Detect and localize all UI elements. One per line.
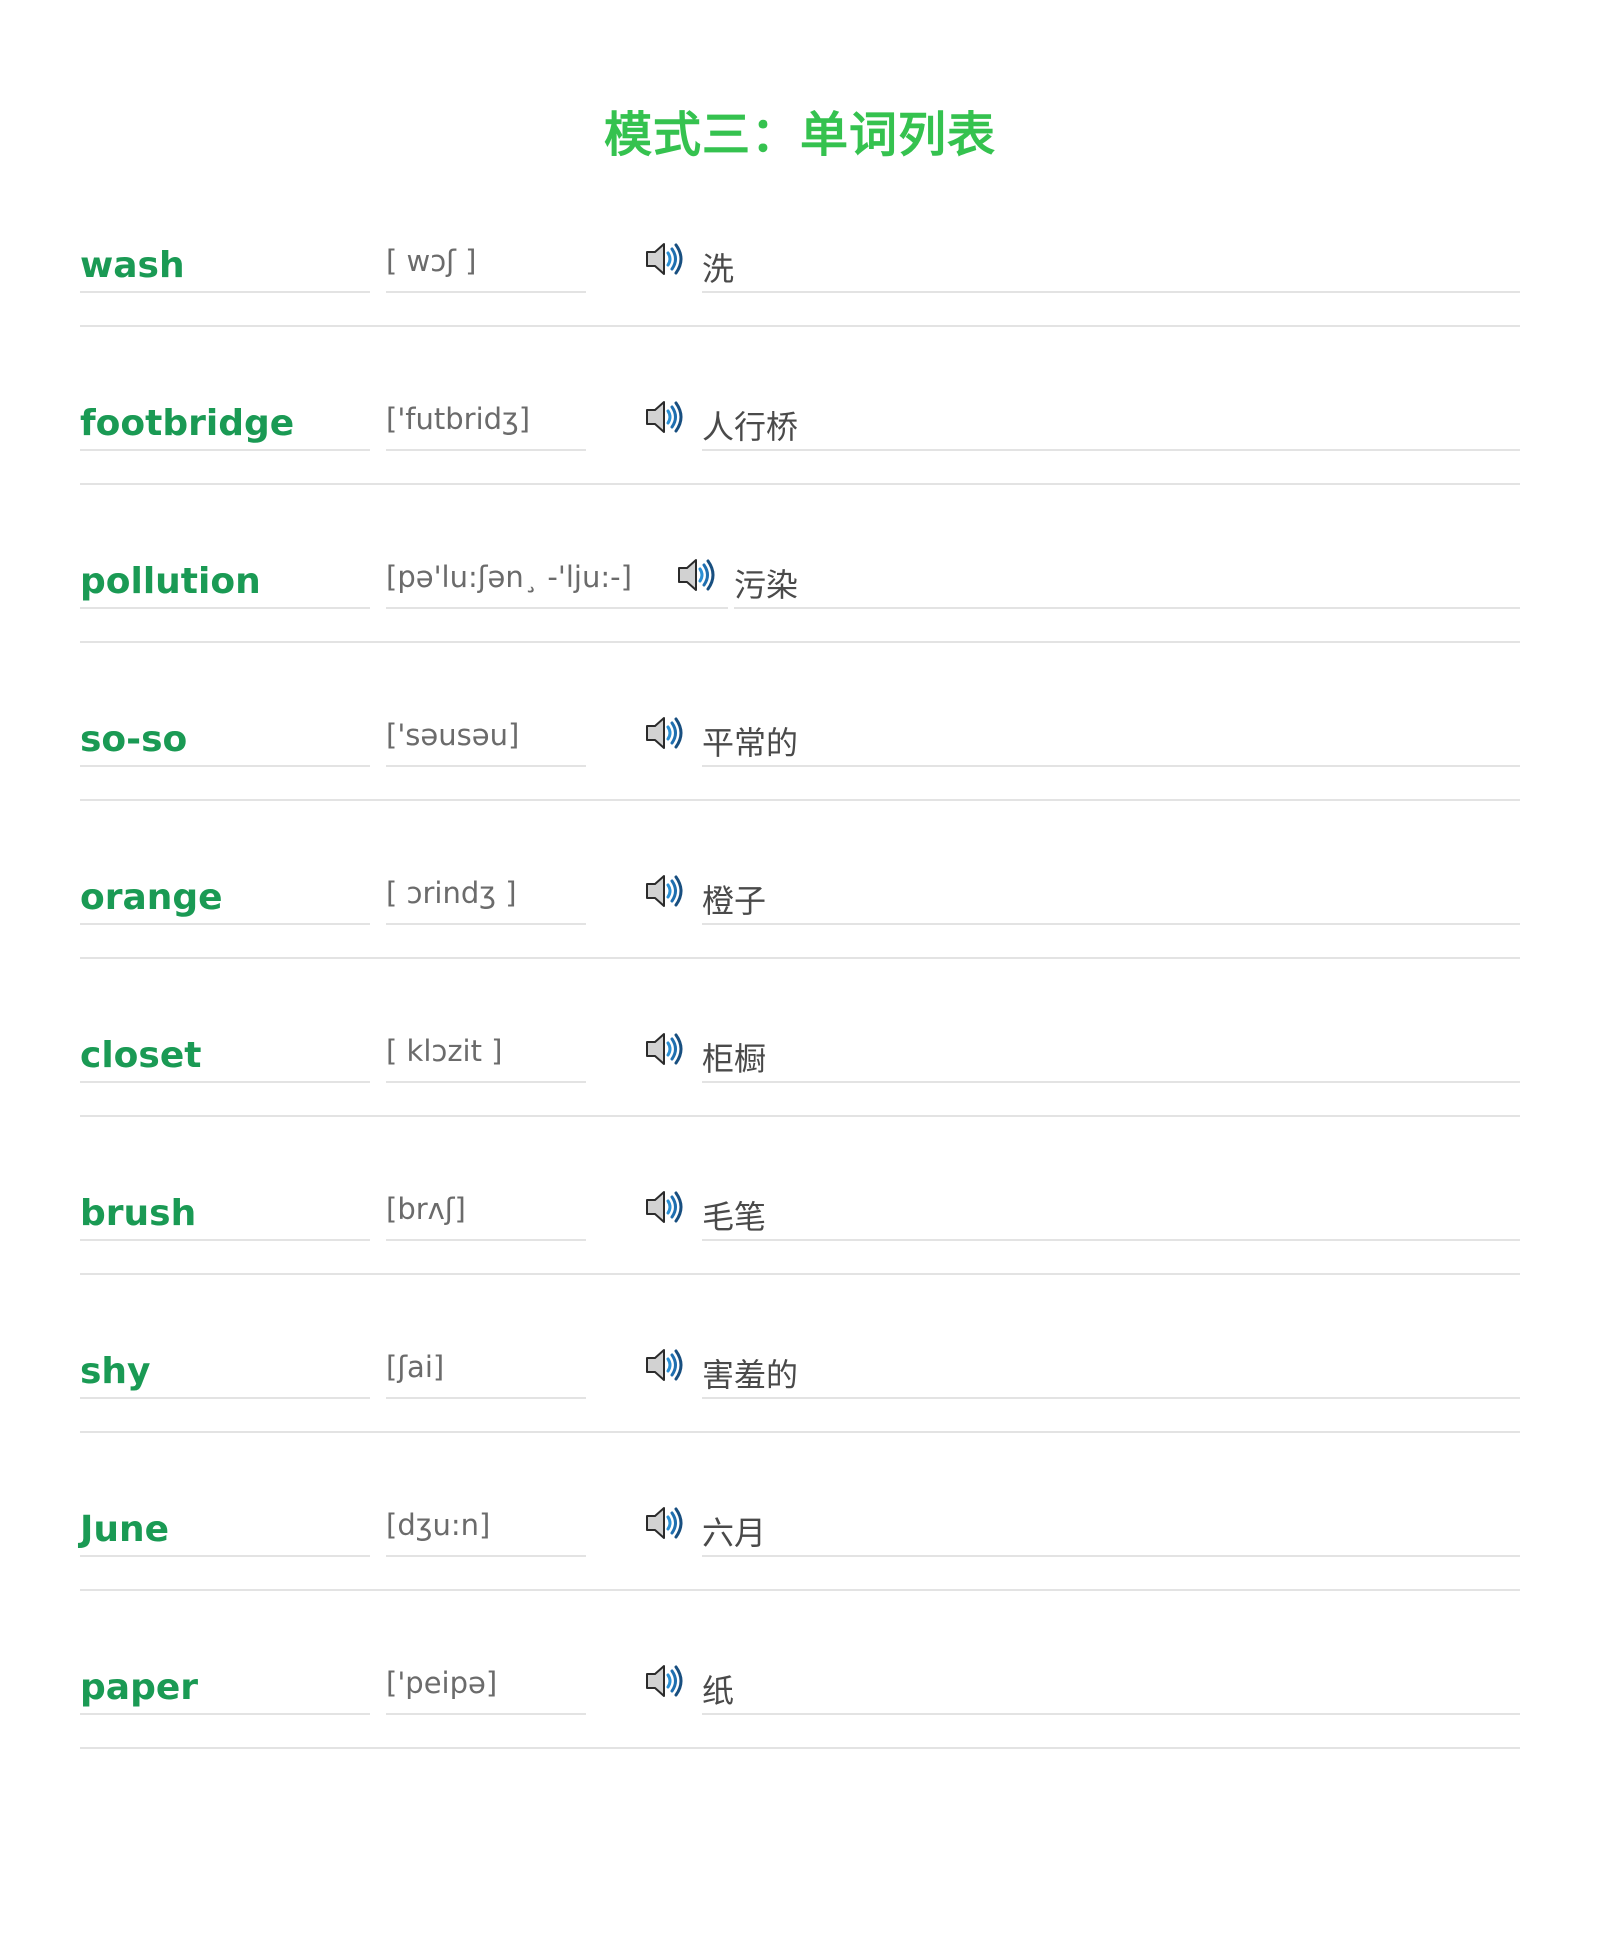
word-row: pollution [pə'lu:ʃən¸ -'lju:-] 污染 xyxy=(80,559,1520,717)
phonetic-text: [ʃai] xyxy=(386,1349,586,1399)
phonetic-text: [brʌʃ] xyxy=(386,1191,586,1241)
word-row: June [dʒu:n] 六月 xyxy=(80,1507,1520,1665)
word-text: so-so xyxy=(80,717,370,767)
speaker-icon[interactable] xyxy=(676,555,720,595)
row-divider xyxy=(80,799,1520,801)
speaker-icon[interactable] xyxy=(644,1345,688,1385)
speaker-icon[interactable] xyxy=(644,1187,688,1227)
phonetic-text: ['səusəu] xyxy=(386,717,586,767)
word-row: so-so ['səusəu] 平常的 xyxy=(80,717,1520,875)
row-divider xyxy=(80,957,1520,959)
speaker-icon[interactable] xyxy=(644,1503,688,1543)
speaker-icon[interactable] xyxy=(644,1029,688,1069)
word-text: orange xyxy=(80,875,370,925)
row-divider xyxy=(80,1431,1520,1433)
word-row: paper ['peipə] 纸 xyxy=(80,1665,1520,1823)
word-row: shy [ʃai] 害羞的 xyxy=(80,1349,1520,1507)
speaker-icon[interactable] xyxy=(644,397,688,437)
word-text: paper xyxy=(80,1665,370,1715)
word-text: footbridge xyxy=(80,401,370,451)
page-title: 模式三：单词列表 xyxy=(603,107,996,163)
meaning-text: 害羞的 xyxy=(702,1349,1520,1399)
row-divider xyxy=(80,1273,1520,1275)
row-divider xyxy=(80,483,1520,485)
meaning-text: 橙子 xyxy=(702,875,1520,925)
phonetic-text: ['peipə] xyxy=(386,1665,586,1715)
speaker-icon[interactable] xyxy=(644,239,688,279)
word-row: wash [ wɔʃ ] 洗 xyxy=(80,243,1520,401)
phonetic-text: [ wɔʃ ] xyxy=(386,243,586,293)
word-row: orange [ ɔrindʒ ] 橙子 xyxy=(80,875,1520,1033)
phonetic-text: [ klɔzit ] xyxy=(386,1033,586,1083)
word-text: pollution xyxy=(80,559,370,609)
word-text: wash xyxy=(80,243,370,293)
phonetic-text: [ ɔrindʒ ] xyxy=(386,875,586,925)
word-row: closet [ klɔzit ] 柜橱 xyxy=(80,1033,1520,1191)
phonetic-text: ['futbridʒ] xyxy=(386,401,586,451)
meaning-text: 人行桥 xyxy=(702,401,1520,451)
speaker-icon[interactable] xyxy=(644,713,688,753)
word-row: brush [brʌʃ] 毛笔 xyxy=(80,1191,1520,1349)
meaning-text: 毛笔 xyxy=(702,1191,1520,1241)
word-text: June xyxy=(80,1507,370,1557)
word-text: closet xyxy=(80,1033,370,1083)
word-text: shy xyxy=(80,1349,370,1399)
meaning-text: 洗 xyxy=(702,243,1520,293)
word-row: footbridge ['futbridʒ] 人行桥 xyxy=(80,401,1520,559)
phonetic-text: [dʒu:n] xyxy=(386,1507,586,1557)
row-divider xyxy=(80,1747,1520,1749)
speaker-icon[interactable] xyxy=(644,1661,688,1701)
meaning-text: 六月 xyxy=(702,1507,1520,1557)
row-divider xyxy=(80,1115,1520,1117)
row-divider xyxy=(80,325,1520,327)
row-divider xyxy=(80,641,1520,643)
meaning-text: 平常的 xyxy=(702,717,1520,767)
speaker-icon[interactable] xyxy=(644,871,688,911)
meaning-text: 纸 xyxy=(702,1665,1520,1715)
meaning-text: 污染 xyxy=(734,559,1520,609)
word-text: brush xyxy=(80,1191,370,1241)
meaning-text: 柜橱 xyxy=(702,1033,1520,1083)
row-divider xyxy=(80,1589,1520,1591)
